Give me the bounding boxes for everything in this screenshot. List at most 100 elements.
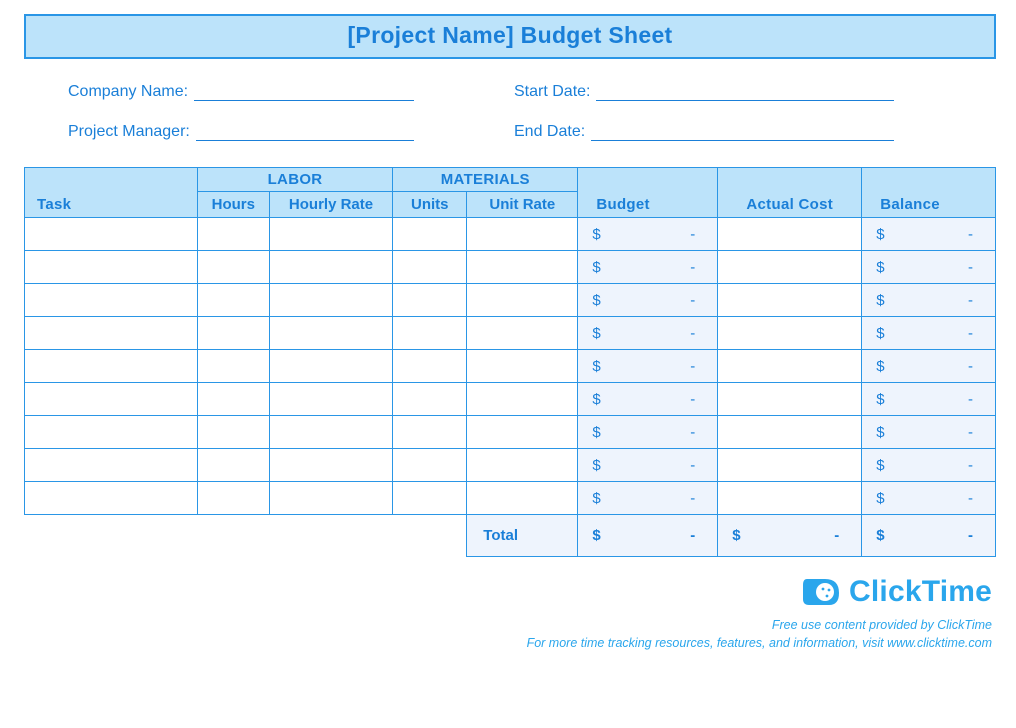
cell-hours[interactable]	[197, 251, 269, 284]
cell-hours[interactable]	[197, 482, 269, 515]
cell-task[interactable]	[25, 383, 198, 416]
cell-unit-rate[interactable]	[467, 416, 578, 449]
cell-unit-rate[interactable]	[467, 449, 578, 482]
cell-unit-rate[interactable]	[467, 251, 578, 284]
cell-actual[interactable]	[718, 449, 862, 482]
cell-actual[interactable]	[718, 218, 862, 251]
table-row: $- $-	[25, 482, 996, 515]
cell-units[interactable]	[393, 416, 467, 449]
total-budget: $-	[578, 515, 718, 557]
header-budget: Budget	[578, 168, 718, 218]
cell-unit-rate[interactable]	[467, 317, 578, 350]
table-row: $- $-	[25, 449, 996, 482]
cell-balance: $-	[862, 449, 996, 482]
cell-hourly-rate[interactable]	[269, 449, 392, 482]
cell-hourly-rate[interactable]	[269, 383, 392, 416]
start-date-label: Start Date:	[514, 83, 596, 101]
table-row: $- $-	[25, 350, 996, 383]
cell-unit-rate[interactable]	[467, 284, 578, 317]
cell-hourly-rate[interactable]	[269, 251, 392, 284]
cell-task[interactable]	[25, 482, 198, 515]
company-name-input[interactable]	[194, 83, 414, 101]
cell-units[interactable]	[393, 482, 467, 515]
cell-task[interactable]	[25, 284, 198, 317]
cell-hours[interactable]	[197, 449, 269, 482]
cell-hours[interactable]	[197, 317, 269, 350]
cell-unit-rate[interactable]	[467, 383, 578, 416]
cell-budget: $-	[578, 350, 718, 383]
cell-balance: $-	[862, 251, 996, 284]
cell-hourly-rate[interactable]	[269, 284, 392, 317]
header-hours: Hours	[197, 192, 269, 218]
meta-section: Company Name: Start Date: Project Manage…	[24, 83, 996, 167]
cell-budget: $-	[578, 449, 718, 482]
footer: ClickTime Free use content provided by C…	[24, 575, 996, 650]
project-manager-input[interactable]	[196, 123, 414, 141]
header-unit-rate: Unit Rate	[467, 192, 578, 218]
cell-task[interactable]	[25, 317, 198, 350]
cell-hours[interactable]	[197, 383, 269, 416]
cell-budget: $-	[578, 383, 718, 416]
cell-budget: $-	[578, 482, 718, 515]
cell-actual[interactable]	[718, 482, 862, 515]
page-title: [Project Name] Budget Sheet	[24, 14, 996, 59]
cell-unit-rate[interactable]	[467, 482, 578, 515]
header-materials-group: MATERIALS	[393, 168, 578, 192]
table-row: $-$-	[25, 416, 996, 449]
cell-budget: $-	[578, 416, 718, 449]
cell-balance: $-	[862, 383, 996, 416]
cell-budget: $-	[578, 218, 718, 251]
cell-hourly-rate[interactable]	[269, 416, 392, 449]
start-date-input[interactable]	[596, 83, 894, 101]
cell-units[interactable]	[393, 350, 467, 383]
cell-units[interactable]	[393, 284, 467, 317]
cell-units[interactable]	[393, 383, 467, 416]
cell-task[interactable]	[25, 350, 198, 383]
cell-task[interactable]	[25, 449, 198, 482]
cell-units[interactable]	[393, 317, 467, 350]
cell-actual[interactable]	[718, 317, 862, 350]
cell-balance: $-	[862, 218, 996, 251]
company-name-label: Company Name:	[68, 83, 194, 101]
cell-units[interactable]	[393, 449, 467, 482]
cell-unit-rate[interactable]	[467, 218, 578, 251]
cell-budget: $-	[578, 251, 718, 284]
cell-units[interactable]	[393, 218, 467, 251]
cell-hourly-rate[interactable]	[269, 350, 392, 383]
table-row: $-$-	[25, 284, 996, 317]
cell-hourly-rate[interactable]	[269, 218, 392, 251]
cell-hourly-rate[interactable]	[269, 482, 392, 515]
cell-balance: $-	[862, 350, 996, 383]
footer-line-1: Free use content provided by ClickTime	[24, 618, 992, 632]
cell-balance: $-	[862, 317, 996, 350]
cell-actual[interactable]	[718, 383, 862, 416]
cell-task[interactable]	[25, 416, 198, 449]
cell-units[interactable]	[393, 251, 467, 284]
cell-hourly-rate[interactable]	[269, 317, 392, 350]
cell-actual[interactable]	[718, 251, 862, 284]
budget-table: Task LABOR MATERIALS Budget Actual Cost …	[24, 167, 996, 557]
table-row: $- $-	[25, 383, 996, 416]
cell-actual[interactable]	[718, 284, 862, 317]
total-label: Total	[467, 515, 578, 557]
cell-hours[interactable]	[197, 350, 269, 383]
cell-hours[interactable]	[197, 218, 269, 251]
cell-unit-rate[interactable]	[467, 350, 578, 383]
cell-balance: $-	[862, 482, 996, 515]
cell-task[interactable]	[25, 218, 198, 251]
end-date-label: End Date:	[514, 123, 591, 141]
cell-task[interactable]	[25, 251, 198, 284]
table-row: $-$-	[25, 317, 996, 350]
end-date-input[interactable]	[591, 123, 894, 141]
total-balance: $-	[862, 515, 996, 557]
cell-actual[interactable]	[718, 350, 862, 383]
clicktime-icon	[801, 575, 841, 609]
cell-hours[interactable]	[197, 416, 269, 449]
total-actual: $-	[718, 515, 862, 557]
table-row: $- $-	[25, 218, 996, 251]
cell-actual[interactable]	[718, 416, 862, 449]
cell-hours[interactable]	[197, 284, 269, 317]
header-balance: Balance	[862, 168, 996, 218]
header-labor-group: LABOR	[197, 168, 392, 192]
footer-line-2: For more time tracking resources, featur…	[24, 636, 992, 650]
